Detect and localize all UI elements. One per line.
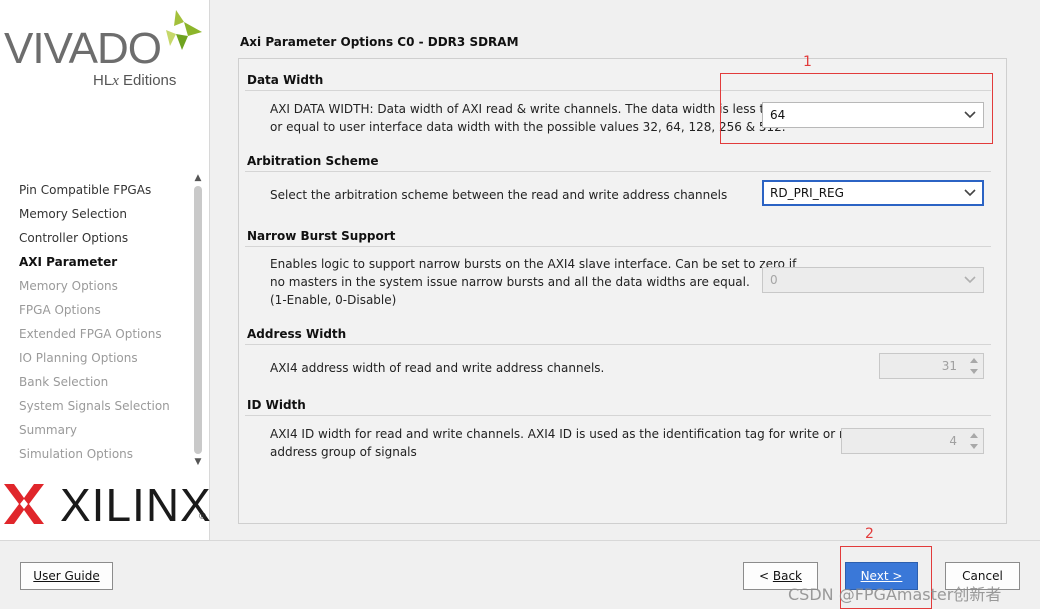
vivado-leaf-icon (166, 10, 202, 50)
id-width-value: 4 (949, 434, 957, 448)
divider (245, 246, 991, 247)
chevron-down-icon (964, 276, 976, 284)
arbitration-scheme-select[interactable]: RD_PRI_REG (762, 180, 984, 206)
nav-scrollbar[interactable]: ▲ ▼ (192, 172, 204, 468)
nav-item-memory-selection[interactable]: Memory Selection (0, 202, 192, 226)
spinner-arrows-icon[interactable] (965, 354, 983, 378)
arbitration-description: Select the arbitration scheme between th… (270, 188, 728, 202)
annotation-number-1: 1 (803, 54, 812, 70)
id-width-heading: ID Width (247, 398, 306, 412)
nav-item-pin-compatible-fpgas[interactable]: Pin Compatible FPGAs (0, 178, 192, 202)
id-width-description: AXI4 ID width for read and write channel… (270, 427, 866, 459)
user-guide-button[interactable]: User Guide (20, 562, 113, 590)
address-width-value: 31 (941, 359, 957, 373)
xilinx-mark-icon (4, 484, 44, 524)
nav-item-io-planning-options: IO Planning Options (19, 351, 138, 365)
address-width-heading: Address Width (247, 327, 347, 341)
arbitration-value: RD_PRI_REG (770, 186, 844, 200)
vivado-logo-text: VIVADO (4, 24, 162, 73)
watermark: CSDN @FPGAmaster创新者 (788, 585, 1002, 604)
data-width-description: AXI DATA WIDTH: Data width of AXI read &… (270, 102, 787, 134)
edition-label: HLx Editions (93, 72, 177, 89)
nav-item-memory-options: Memory Options (19, 279, 118, 293)
left-panel: VIVADO HLx Editions Pin Compatible FPGAs… (0, 0, 211, 540)
nav-item-controller-options[interactable]: Controller Options (0, 226, 192, 250)
divider (245, 171, 991, 172)
registered-mark: ® (198, 512, 207, 522)
xilinx-logo: XILINX ® (4, 478, 211, 531)
divider (245, 344, 991, 345)
narrow-burst-description: Enables logic to support narrow bursts o… (270, 257, 797, 307)
narrow-burst-heading: Narrow Burst Support (247, 229, 396, 243)
address-width-spinner[interactable]: 31 (879, 353, 984, 379)
spinner-arrows-icon[interactable] (965, 429, 983, 453)
id-width-spinner[interactable]: 4 (841, 428, 984, 454)
nav-item-summary: Summary (19, 423, 77, 437)
chevron-down-icon (964, 189, 976, 197)
narrow-burst-value: 0 (770, 273, 778, 287)
divider (245, 415, 991, 416)
annotation-box-1 (720, 73, 993, 144)
data-width-heading: Data Width (247, 73, 324, 87)
annotation-number-2: 2 (865, 526, 874, 542)
nav-item-system-signals-selection: System Signals Selection (19, 399, 170, 413)
scroll-down-icon[interactable]: ▼ (192, 456, 204, 468)
nav-item-fpga-options: FPGA Options (19, 303, 101, 317)
ip-config-window: VIVADO HLx Editions Pin Compatible FPGAs… (0, 0, 1040, 609)
xilinx-wordmark: XILINX (60, 479, 212, 531)
nav-item-simulation-options: Simulation Options (19, 447, 134, 461)
nav-item-bank-selection: Bank Selection (19, 375, 109, 389)
address-width-description: AXI4 address width of read and write add… (270, 361, 605, 375)
step-navigation: Pin Compatible FPGAs Memory Selection Cont… (0, 178, 192, 466)
narrow-burst-select[interactable]: 0 (762, 267, 984, 293)
nav-item-extended-fpga-options: Extended FPGA Options (19, 327, 162, 341)
scroll-up-icon[interactable]: ▲ (192, 172, 204, 184)
arbitration-heading: Arbitration Scheme (247, 154, 379, 168)
page-title: Axi Parameter Options C0 - DDR3 SDRAM (240, 35, 519, 49)
nav-item-axi-parameter[interactable]: AXI Parameter (0, 250, 192, 274)
scroll-thumb[interactable] (194, 186, 202, 454)
